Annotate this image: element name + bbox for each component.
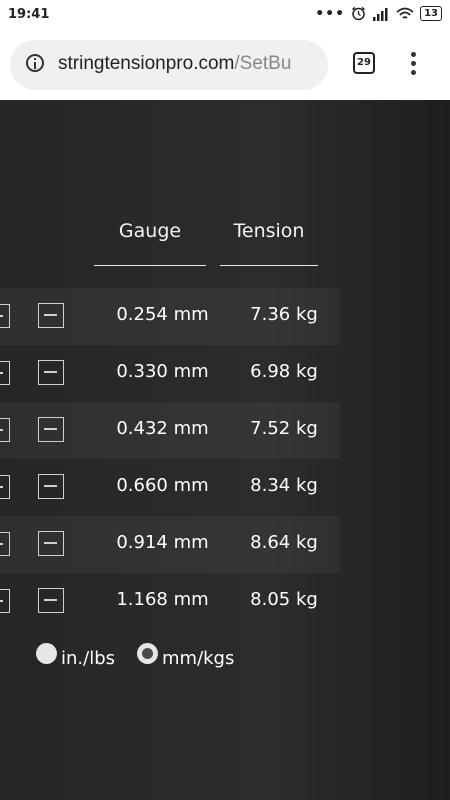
- gauge-value: 0.914 mm: [116, 532, 209, 553]
- gauge-value: 0.254 mm: [116, 304, 209, 325]
- table-row: 0.660 mm 8.34 kg: [0, 459, 340, 516]
- decrease-button[interactable]: [38, 474, 64, 499]
- more-notifications-icon: •••: [315, 5, 346, 22]
- radio-mm-kgs[interactable]: [137, 643, 158, 664]
- url-text[interactable]: stringtensionpro.com/SetBu: [58, 53, 291, 75]
- tension-value: 8.64 kg: [250, 532, 318, 553]
- increase-button[interactable]: [0, 418, 10, 442]
- overflow-menu-icon[interactable]: [410, 52, 418, 78]
- battery-icon: 13: [420, 6, 442, 21]
- decrease-button[interactable]: [38, 303, 64, 328]
- gauge-value: 1.168 mm: [116, 589, 209, 610]
- radio-label-mm-kgs[interactable]: mm/kgs: [162, 648, 234, 669]
- radio-label-in-lbs[interactable]: in./lbs: [61, 648, 115, 669]
- status-icons: ••• 13: [315, 6, 442, 21]
- decrease-button[interactable]: [38, 588, 64, 613]
- gauge-value: 0.432 mm: [116, 418, 209, 439]
- increase-button[interactable]: [0, 532, 10, 556]
- decrease-button[interactable]: [38, 417, 64, 442]
- tension-header: Tension: [233, 220, 305, 242]
- url-domain: stringtensionpro.com: [58, 53, 235, 74]
- tension-value: 8.34 kg: [250, 475, 318, 496]
- increase-button[interactable]: [0, 361, 10, 385]
- wifi-icon: [396, 7, 414, 19]
- table-row: 0.254 mm 7.36 kg: [0, 288, 340, 345]
- increase-button[interactable]: [0, 589, 10, 613]
- radio-in-lbs[interactable]: [36, 643, 57, 664]
- table-row: 0.330 mm 6.98 kg: [0, 345, 340, 402]
- address-bar[interactable]: stringtensionpro.com/SetBu: [10, 40, 328, 90]
- table-row: 0.432 mm 7.52 kg: [0, 402, 340, 459]
- decrease-button[interactable]: [38, 531, 64, 556]
- tension-value: 7.36 kg: [250, 304, 318, 325]
- gauge-header: Gauge: [118, 220, 182, 242]
- tension-value: 6.98 kg: [250, 361, 318, 382]
- signal-icon: [373, 7, 388, 21]
- gauge-header-underline: [94, 265, 206, 266]
- browser-toolbar: stringtensionpro.com/SetBu 29: [0, 30, 450, 100]
- tension-calculator: Gauge Tension 0.254 mm 7.36 kg 0.330 mm …: [0, 100, 450, 800]
- tension-value: 7.52 kg: [250, 418, 318, 439]
- unit-selector: in./lbs mm/kgs: [36, 643, 256, 669]
- tension-value: 8.05 kg: [250, 589, 318, 610]
- url-path: /SetBu: [234, 53, 292, 74]
- tension-header-underline: [220, 265, 318, 266]
- status-bar: 19:41 ••• 13: [0, 0, 450, 30]
- table-row: 0.914 mm 8.64 kg: [0, 516, 340, 573]
- status-time: 19:41: [8, 7, 50, 22]
- increase-button[interactable]: [0, 475, 10, 499]
- decrease-button[interactable]: [38, 360, 64, 385]
- gauge-value: 0.330 mm: [116, 361, 209, 382]
- tab-switcher-button[interactable]: 29: [353, 52, 375, 74]
- increase-button[interactable]: [0, 304, 10, 328]
- gauge-value: 0.660 mm: [116, 475, 209, 496]
- alarm-icon: [352, 6, 366, 21]
- info-icon[interactable]: [26, 54, 44, 72]
- table-row: 1.168 mm 8.05 kg: [0, 573, 340, 630]
